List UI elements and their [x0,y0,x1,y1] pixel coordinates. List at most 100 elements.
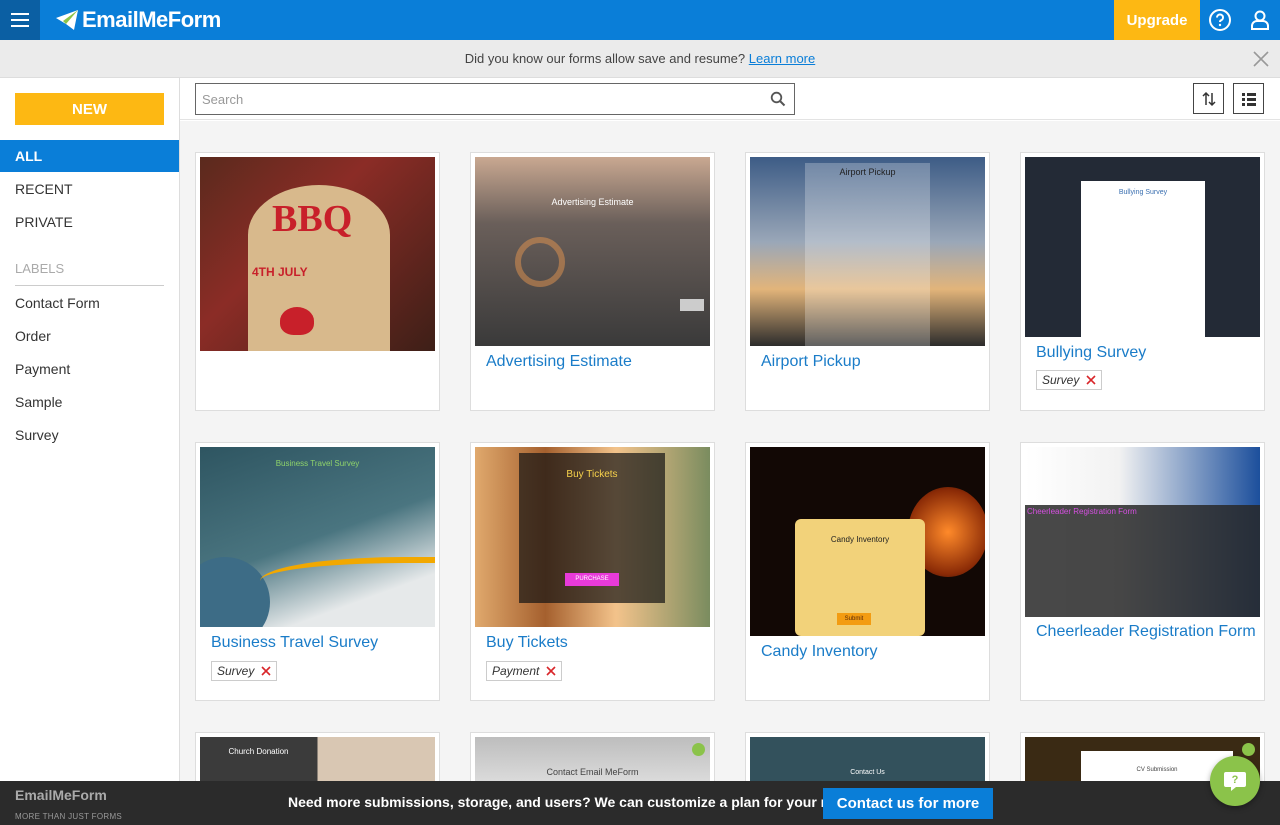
form-card[interactable]: Advertising Estimate Advertising Estimat… [470,152,715,411]
thumb-title: Contact Us [850,769,885,776]
thumb-form-panel [805,163,930,346]
form-thumbnail: Advertising Estimate [475,157,710,346]
sidebar: NEW ALL RECENT PRIVATE LABELS Contact Fo… [0,78,180,781]
main-content: BBQ 4TH JULY Advertising Estimate Advert… [180,78,1280,781]
form-card[interactable]: Church Donation [195,732,440,781]
labels-divider [15,285,164,286]
thumb-title: Church Donation [228,747,289,756]
sidebar-item-recent[interactable]: RECENT [0,173,179,205]
label-tag-text: Payment [492,664,540,678]
sort-button[interactable] [1193,83,1224,114]
chat-icon: ? [1224,772,1246,791]
thumb-title: Candy Inventory [830,535,890,544]
form-title[interactable]: Bullying Survey [1036,343,1146,363]
form-card[interactable]: Contact Us [745,732,990,781]
list-view-icon [1241,92,1256,106]
menu-button[interactable] [0,0,40,40]
chat-button[interactable]: ? [1210,756,1260,806]
svg-text:?: ? [1232,774,1239,786]
sidebar-label-order[interactable]: Order [0,320,179,352]
thumb-title: Business Travel Survey [275,459,360,468]
form-thumbnail: BBQ 4TH JULY [200,157,435,351]
label-tag-text: Survey [1042,373,1080,387]
footer-logo: EmailMeForm [15,787,107,803]
logo-text: EmailMeForm [82,7,221,32]
label-tag: Survey [1036,370,1103,390]
sidebar-label-sample[interactable]: Sample [0,386,179,418]
thumb-purchase-button: PURCHASE [565,573,619,586]
footer-message: Need more submissions, storage, and user… [288,794,866,810]
sidebar-label-survey[interactable]: Survey [0,419,179,451]
form-thumbnail: Contact Email MeForm [475,737,710,781]
label-tag: Survey [211,661,278,681]
sidebar-item-all[interactable]: ALL [0,140,179,172]
form-title[interactable]: Advertising Estimate [486,352,632,372]
status-dot [1242,743,1255,756]
form-grid: BBQ 4TH JULY Advertising Estimate Advert… [180,121,1280,781]
form-card[interactable]: Candy Inventory Submit Candy Inventory [745,442,990,701]
info-message: Did you know our forms allow save and re… [464,51,746,66]
remove-tag-icon[interactable] [260,665,272,677]
form-card[interactable]: Buy Tickets PURCHASE Buy Tickets Payment [470,442,715,701]
info-banner: Did you know our forms allow save and re… [0,40,1280,78]
form-title[interactable]: Airport Pickup [761,352,861,372]
upgrade-button[interactable]: Upgrade [1114,0,1200,40]
thumb-form-panel [1025,505,1260,617]
form-title[interactable]: Candy Inventory [761,642,878,662]
thumb-form-panel [1081,181,1205,337]
contact-us-button[interactable]: Contact us for more [823,788,993,819]
label-tag-text: Survey [217,664,255,678]
label-tag: Payment [486,661,563,681]
app-logo[interactable]: EmailMeForm [54,6,221,34]
thumb-title: Airport Pickup [839,167,896,177]
form-thumbnail: Cheerleader Registration Form [1025,447,1260,617]
thumb-submit [680,299,704,311]
remove-tag-icon[interactable] [545,665,557,677]
promo-footer: EmailMeForm MORE THAN JUST FORMS Need mo… [0,781,1280,825]
form-title[interactable]: Business Travel Survey [211,633,378,653]
form-card[interactable]: Business Travel Survey Business Travel S… [195,442,440,701]
form-card[interactable]: BBQ 4TH JULY [195,152,440,411]
list-view-button[interactable] [1233,83,1264,114]
close-icon[interactable] [1252,50,1270,68]
sort-icon [1201,91,1216,106]
sidebar-label-payment[interactable]: Payment [0,353,179,385]
logo-envelope-icon [56,10,78,30]
labels-heading: LABELS [15,261,65,276]
thumb-title: Advertising Estimate [551,197,634,207]
thumb-subtitle: 4TH JULY [252,265,308,279]
thumb-title: BBQ [272,198,353,240]
form-thumbnail: Airport Pickup [750,157,985,346]
new-form-button[interactable]: NEW [15,93,164,125]
form-card[interactable]: Contact Email MeForm [470,732,715,781]
form-title[interactable]: Buy Tickets [486,633,568,653]
thumb-submit: Submit [837,613,871,625]
search-input[interactable] [195,83,795,115]
form-card[interactable]: Bullying Survey Bullying Survey Survey [1020,152,1265,411]
hamburger-icon [11,19,29,21]
user-icon[interactable] [1248,8,1272,32]
top-bar: EmailMeForm Upgrade [0,0,1280,40]
form-thumbnail: Church Donation [200,737,435,781]
sidebar-item-private[interactable]: PRIVATE [0,206,179,238]
form-thumbnail: Business Travel Survey [200,447,435,627]
thumb-title: CV Submission [1136,767,1178,773]
form-thumbnail: Candy Inventory Submit [750,447,985,636]
thumb-wheel [515,237,565,287]
help-icon[interactable] [1208,8,1232,32]
grill-icon [280,307,314,335]
footer-tagline: MORE THAN JUST FORMS [15,812,123,821]
search-icon[interactable] [770,91,786,107]
form-thumbnail: Contact Us [750,737,985,781]
status-dot [692,743,705,756]
form-card[interactable]: Airport Pickup Airport Pickup [745,152,990,411]
learn-more-link[interactable]: Learn more [749,51,815,66]
toolbar [180,78,1280,120]
form-card[interactable]: Cheerleader Registration Form Cheerleade… [1020,442,1265,701]
remove-tag-icon[interactable] [1085,374,1097,386]
sidebar-label-contact-form[interactable]: Contact Form [0,287,179,319]
form-thumbnail: Buy Tickets PURCHASE [475,447,710,627]
thumb-title: Buy Tickets [566,469,618,480]
form-title[interactable]: Cheerleader Registration Form [1036,622,1256,642]
thumb-title: Bullying Survey [1118,189,1168,196]
